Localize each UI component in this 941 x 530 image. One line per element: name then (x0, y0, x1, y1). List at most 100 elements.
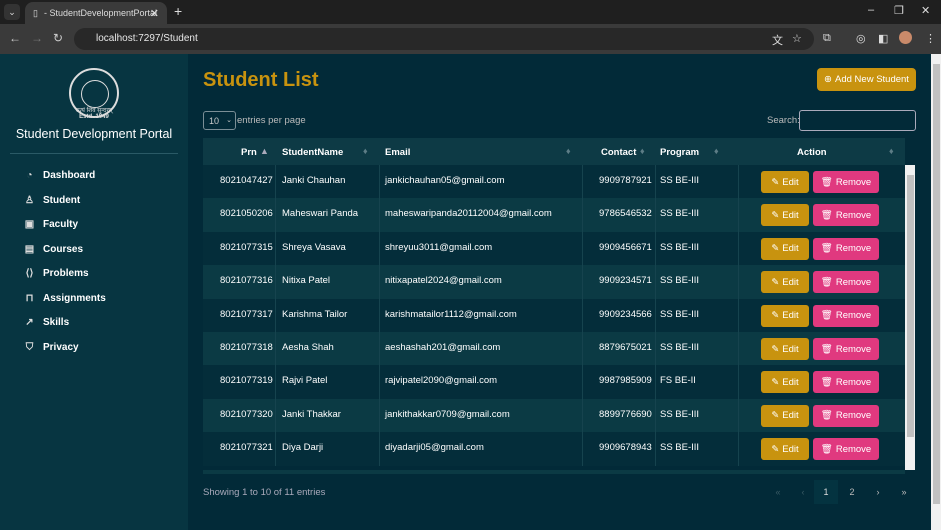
trash-icon: 🗑 (820, 376, 833, 388)
remove-button[interactable]: 🗑 Remove (813, 271, 879, 294)
sort-asc-icon[interactable]: ▲ (260, 146, 269, 156)
add-new-student-button[interactable]: ⊕ Add New Student (817, 68, 916, 91)
sort-icon[interactable]: ♦ (566, 146, 571, 156)
cell-divider (275, 332, 276, 366)
edit-button[interactable]: ✎ Edit (761, 371, 809, 394)
trash-icon: 🗑 (820, 209, 833, 221)
cell-divider (275, 165, 276, 199)
portal-title: Student Development Portal (15, 127, 173, 141)
page-link[interactable]: ‹ (791, 480, 815, 504)
cell-studentname: Aesha Shah (282, 342, 334, 353)
remove-button[interactable]: 🗑 Remove (813, 438, 879, 461)
edit-button[interactable]: ✎ Edit (761, 204, 809, 227)
extensions-icon[interactable]: ⧉ (823, 32, 831, 45)
cell-divider (582, 231, 583, 266)
sidebar-item-courses[interactable]: ▤ Courses (24, 244, 83, 255)
cell-studentname: Shreya Vasava (282, 241, 346, 253)
cell-email: maheswaripanda20112004@gmail.com (385, 208, 552, 220)
edit-button[interactable]: ✎ Edit (761, 237, 809, 260)
col-program[interactable]: Program (660, 147, 699, 158)
address-bar[interactable]: localhost:7297/Student (74, 28, 814, 50)
sidebar-item-skills[interactable]: ↗ Skills (24, 317, 69, 328)
cell-divider (738, 231, 739, 266)
page-size-select[interactable]: 10 ⌄ (203, 111, 236, 130)
page-link[interactable]: 1 (814, 480, 838, 504)
remove-button[interactable]: 🗑 Remove (813, 237, 879, 260)
cell-email: jankithakkar0709@gmail.com (385, 408, 510, 420)
cell-email: karishmatailor1112@gmail.com (385, 308, 517, 320)
page-scrollbar-thumb[interactable] (933, 64, 940, 504)
table-row: 8021077319 Rajvi Patel rajvipatel2090@gmai… (203, 365, 905, 399)
tab-search-button[interactable]: ⌄ (4, 4, 20, 20)
cell-email: jankichauhan05@gmail.com (385, 175, 505, 186)
remove-button[interactable]: 🗑 Remove (813, 171, 879, 193)
cell-divider (379, 332, 380, 366)
edit-button[interactable]: ✎ Edit (761, 438, 809, 461)
sidebar-item-privacy[interactable]: ⛉ Privacy (24, 342, 79, 353)
table-row: 8021077317 Karishma Tailor karishmatailor1… (203, 298, 905, 332)
col-contact[interactable]: Contact (601, 147, 636, 158)
edit-button[interactable]: ✎ Edit (761, 404, 809, 427)
plus-circle-icon: ⊕ (824, 74, 833, 85)
cell-studentname: Janki Chauhan (282, 175, 346, 186)
remove-button[interactable]: 🗑 Remove (813, 404, 879, 427)
cell-prn: 8021047427 (220, 175, 273, 186)
remove-button[interactable]: 🗑 Remove (813, 338, 879, 360)
edit-icon: ✎ (771, 310, 780, 322)
sort-icon[interactable]: ♦ (889, 146, 894, 156)
remove-button[interactable]: 🗑 Remove (813, 304, 879, 327)
bookmark-star-icon[interactable]: ☆ (792, 32, 802, 45)
page-link[interactable]: › (866, 480, 890, 504)
cell-divider (379, 365, 380, 399)
sidebar-item-assignments[interactable]: ⊓ Assignments (24, 293, 106, 304)
sort-icon[interactable]: ♦ (714, 146, 719, 156)
edit-button[interactable]: ✎ Edit (761, 271, 809, 294)
col-studentname[interactable]: StudentName (282, 147, 343, 158)
edit-button[interactable]: ✎ Edit (761, 171, 809, 193)
page-link[interactable]: « (766, 480, 790, 504)
cell-divider (582, 165, 583, 199)
cell-contact: 9786546532 (599, 208, 652, 220)
menu-icon[interactable]: ⋮ (925, 32, 936, 45)
edit-icon: ✎ (771, 410, 780, 422)
performance-icon[interactable]: ◎ (856, 32, 866, 45)
edit-button[interactable]: ✎ Edit (761, 304, 809, 327)
col-prn[interactable]: Prn (241, 147, 257, 158)
remove-button[interactable]: 🗑 Remove (813, 371, 879, 394)
profile-avatar[interactable] (899, 31, 912, 44)
minimize-button[interactable]: – (868, 4, 874, 16)
page-link[interactable]: » (892, 480, 916, 504)
reload-icon[interactable]: ↻ (53, 31, 63, 45)
edit-button[interactable]: ✎ Edit (761, 338, 809, 360)
sort-icon[interactable]: ♦ (640, 146, 645, 156)
cell-studentname: Karishma Tailor (282, 308, 348, 320)
cell-prn: 8021077315 (220, 241, 273, 253)
edit-icon: ✎ (771, 343, 780, 355)
remove-button[interactable]: 🗑 Remove (813, 204, 879, 227)
sort-icon[interactable]: ♦ (363, 146, 368, 156)
search-input[interactable] (799, 110, 916, 131)
code-icon: ⟨⟩ (25, 268, 34, 279)
browser-tab[interactable]: ▯ - StudentDevelopmentPortal ✕ (25, 2, 167, 24)
col-email[interactable]: Email (385, 147, 410, 158)
entries-label: entries per page (237, 115, 306, 126)
cell-program: SS BE-III (660, 408, 700, 420)
cell-divider (379, 198, 380, 232)
page-link[interactable]: 2 (840, 480, 864, 504)
sidebar-item-student[interactable]: ♙ Student (24, 195, 80, 206)
sidebar-item-faculty[interactable]: ▣ Faculty (24, 219, 78, 230)
close-tab-icon[interactable]: ✕ (150, 7, 159, 20)
sidebar-item-problems[interactable]: ⟨⟩ Problems (24, 268, 89, 279)
sidebar-item-dashboard[interactable]: ◔ Dashboard (24, 170, 95, 181)
table-footer (203, 470, 905, 474)
shield-icon: ⛉ (25, 341, 34, 353)
new-tab-button[interactable]: + (174, 3, 182, 19)
forward-icon[interactable]: → (31, 31, 43, 45)
student-table-body: 8021047427 Janki Chauhan jankichauhan05@gm… (203, 165, 905, 470)
close-window-button[interactable]: ✕ (921, 4, 930, 17)
restore-button[interactable]: ❐ (894, 4, 904, 17)
translate-icon[interactable]: 文 (772, 32, 783, 48)
table-scrollbar-thumb[interactable] (907, 175, 914, 437)
back-icon[interactable]: ← (9, 31, 21, 45)
side-panel-icon[interactable]: ◧ (878, 32, 888, 45)
